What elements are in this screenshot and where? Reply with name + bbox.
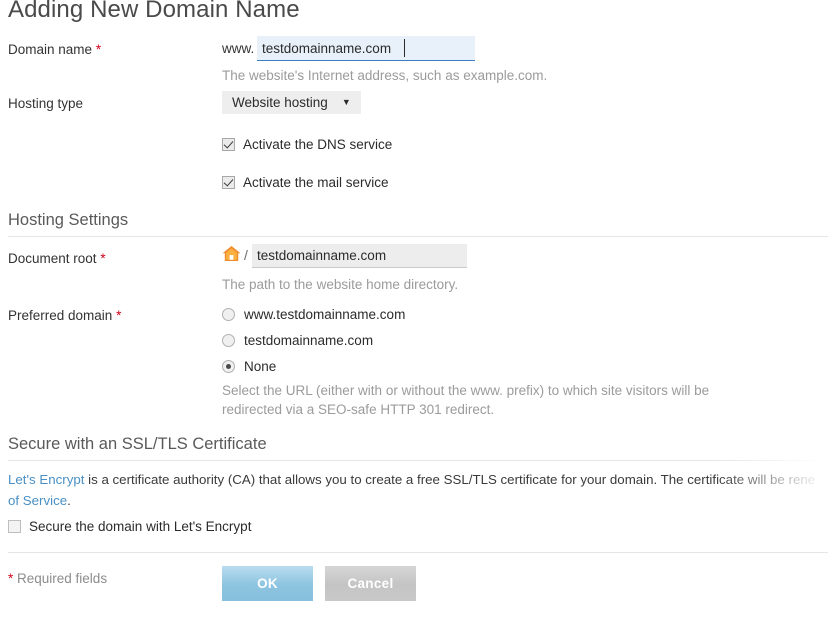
- preferred-domain-label: Preferred domain *: [8, 308, 121, 323]
- required-fields-text: Required fields: [13, 571, 108, 586]
- preferred-domain-hint: Select the URL (either with or without t…: [222, 381, 742, 419]
- hosting-settings-section-header: Hosting Settings: [8, 211, 828, 237]
- document-root-hint: The path to the website home directory.: [222, 277, 459, 292]
- domain-name-label-text: Domain name: [8, 42, 93, 57]
- preferred-domain-radio-none[interactable]: [222, 360, 235, 373]
- activate-mail-service-label: Activate the mail service: [243, 175, 389, 190]
- hosting-settings-section-title: Hosting Settings: [8, 211, 129, 229]
- hosting-type-label: Hosting type: [8, 96, 83, 111]
- document-root-input[interactable]: [252, 244, 467, 268]
- preferred-domain-radio-www[interactable]: [222, 308, 235, 321]
- ssl-section-header: Secure with an SSL/TLS Certificate: [8, 435, 828, 461]
- ssl-paragraph-text-2: will be rene: [747, 472, 816, 487]
- required-fields-note: * Required fields: [8, 571, 107, 586]
- preferred-domain-option-www[interactable]: www.testdomainname.com: [222, 307, 405, 322]
- section-divider: [8, 236, 828, 237]
- document-root-required-marker: *: [100, 251, 106, 266]
- domain-name-label: Domain name *: [8, 42, 101, 57]
- chevron-down-icon: ▼: [341, 97, 351, 107]
- ssl-section-title: Secure with an SSL/TLS Certificate: [8, 435, 267, 453]
- hosting-type-select[interactable]: Website hosting ▼: [222, 91, 361, 114]
- preferred-domain-required-marker: *: [116, 308, 122, 323]
- terms-of-service-link[interactable]: of Service: [8, 493, 67, 508]
- domain-name-required-marker: *: [95, 42, 102, 57]
- activate-dns-service-row[interactable]: Activate the DNS service: [222, 137, 392, 152]
- hosting-type-selected-value: Website hosting: [232, 95, 328, 110]
- preferred-domain-label-www: www.testdomainname.com: [244, 307, 406, 322]
- ssl-description-paragraph: Let's Encrypt is a certificate authority…: [8, 469, 835, 511]
- secure-domain-lets-encrypt-label: Secure the domain with Let's Encrypt: [29, 519, 252, 534]
- activate-mail-service-row[interactable]: Activate the mail service: [222, 175, 389, 190]
- cancel-button[interactable]: Cancel: [325, 566, 416, 601]
- secure-domain-lets-encrypt-row[interactable]: Secure the domain with Let's Encrypt: [8, 519, 251, 534]
- preferred-domain-option-bare[interactable]: testdomainname.com: [222, 333, 373, 348]
- ssl-paragraph-text-3: .: [67, 493, 71, 508]
- ok-button[interactable]: OK: [222, 566, 313, 601]
- preferred-domain-option-none[interactable]: None: [222, 359, 276, 374]
- footer-divider: [8, 552, 828, 553]
- hosting-type-label-text: Hosting type: [8, 96, 84, 111]
- secure-domain-lets-encrypt-checkbox[interactable]: [8, 520, 21, 533]
- activate-mail-service-checkbox[interactable]: [222, 176, 235, 189]
- lets-encrypt-link[interactable]: Let's Encrypt: [8, 472, 84, 487]
- section-divider: [8, 460, 828, 461]
- www-prefix-label: www.: [222, 41, 255, 56]
- document-root-label-text: Document root: [8, 251, 97, 266]
- preferred-domain-hint-line-1: Select the URL (either with or without t…: [222, 383, 710, 398]
- add-domain-form-page: Adding New Domain Name Domain name * www…: [0, 0, 835, 631]
- activate-dns-service-checkbox[interactable]: [222, 138, 235, 151]
- domain-name-input[interactable]: [257, 36, 475, 61]
- activate-dns-service-label: Activate the DNS service: [243, 137, 393, 152]
- preferred-domain-radio-bare[interactable]: [222, 334, 235, 347]
- preferred-domain-label-none: None: [244, 359, 277, 374]
- text-cursor: [404, 39, 405, 57]
- page-title: Adding New Domain Name: [8, 0, 300, 23]
- ssl-paragraph-text-1: is a certificate authority (CA) that all…: [84, 472, 748, 487]
- domain-name-hint: The website's Internet address, such as …: [222, 68, 548, 83]
- document-root-label: Document root *: [8, 251, 106, 266]
- path-separator: /: [244, 247, 248, 263]
- preferred-domain-label-text: Preferred domain: [8, 308, 113, 323]
- home-icon[interactable]: [222, 245, 241, 262]
- preferred-domain-hint-line-2: redirected via a SEO-safe HTTP 301 redir…: [222, 402, 495, 417]
- preferred-domain-label-bare: testdomainname.com: [244, 333, 374, 348]
